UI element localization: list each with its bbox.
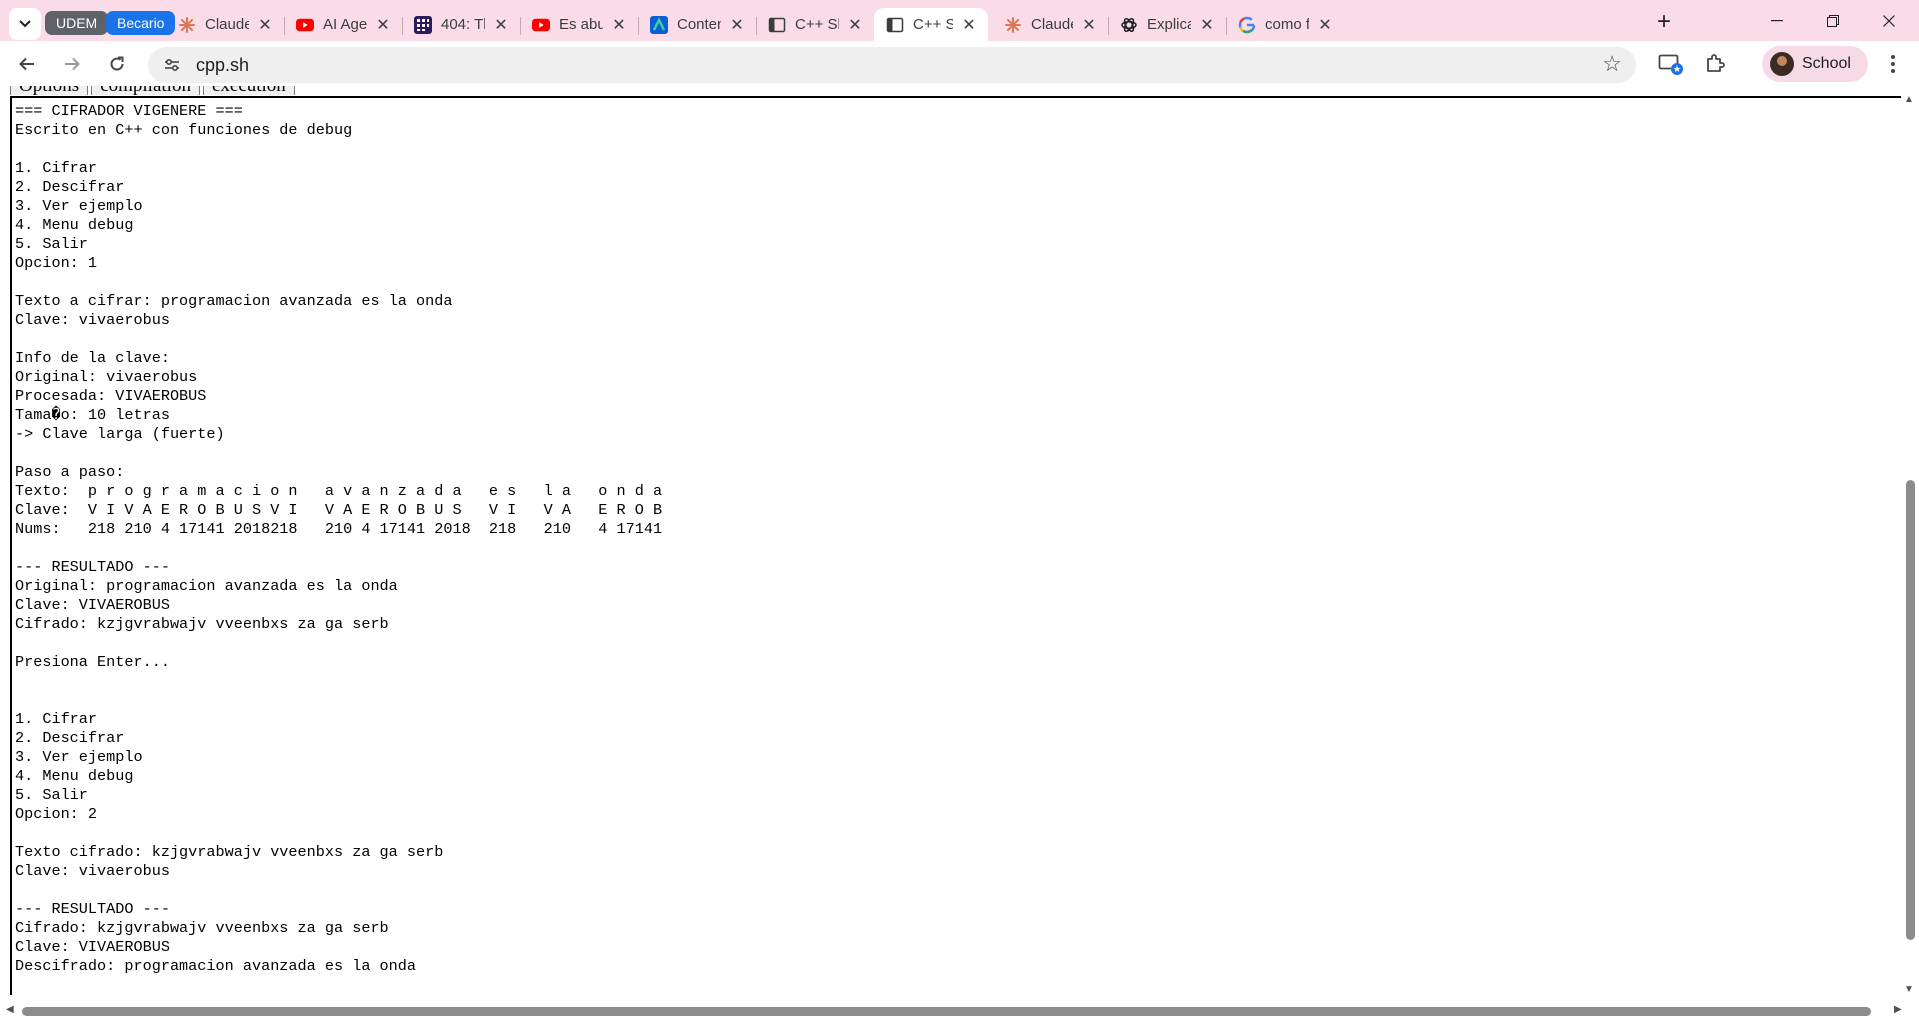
close-icon[interactable]: ✕ [962, 15, 976, 35]
tab-content[interactable]: Content ✕ [638, 8, 757, 41]
horizontal-scroll-thumb[interactable] [22, 1007, 1871, 1016]
forward-arrow-icon [65, 57, 80, 71]
close-icon[interactable]: ✕ [376, 15, 390, 35]
scroll-up-arrow-icon[interactable]: ▲ [1904, 94, 1914, 105]
grid-app-icon [414, 15, 432, 34]
close-icon[interactable]: ✕ [848, 15, 862, 35]
tab-es-aburr[interactable]: Es aburr ✕ [520, 8, 639, 41]
profile-name: School [1802, 55, 1851, 72]
scroll-right-arrow-icon[interactable]: ▶ [1894, 1004, 1902, 1015]
vertical-scrollbar[interactable]: ▲ ▼ [1901, 94, 1919, 995]
kebab-menu-icon [1891, 55, 1895, 73]
tab-como-fu[interactable]: como fu ✕ [1226, 8, 1344, 41]
tab-cpp-shell[interactable]: C++ Sh ✕ [756, 8, 874, 41]
tab-group-udem[interactable]: UDEM [45, 11, 109, 35]
tab-title: 404: This [441, 16, 485, 33]
bookmark-star-icon[interactable]: ☆ [1602, 51, 1622, 77]
minimize-icon [1771, 19, 1783, 21]
reload-button[interactable] [102, 49, 132, 79]
close-window-icon [1883, 14, 1895, 27]
cast-install-button[interactable] [1656, 49, 1686, 79]
tab-title: Claude [1031, 16, 1073, 33]
tab-explicac[interactable]: Explicac ✕ [1108, 8, 1227, 41]
tab-title: AI Agent [323, 16, 367, 33]
page-icon [768, 16, 786, 34]
close-icon[interactable]: ✕ [258, 15, 272, 35]
tab-404[interactable]: 404: This ✕ [402, 8, 521, 41]
forward-button[interactable] [57, 49, 87, 79]
back-arrow-icon [19, 57, 34, 71]
google-icon [1238, 16, 1256, 34]
tab-title: C++ Sh [795, 16, 839, 33]
restore-button[interactable] [1810, 0, 1856, 41]
execution-console[interactable]: === CIFRADOR VIGENERE === Escrito en C++… [10, 96, 1906, 995]
site-settings-icon[interactable] [162, 55, 182, 80]
tab-title: como fu [1265, 16, 1309, 33]
tab-cpp-shell-active[interactable]: C++ Sh ✕ [874, 8, 988, 41]
puzzle-icon [1707, 54, 1725, 72]
address-bar[interactable]: cpp.sh ☆ [148, 47, 1636, 83]
tab-title: Content [677, 16, 721, 33]
url-text[interactable]: cpp.sh [196, 55, 249, 76]
minimize-button[interactable] [1754, 0, 1800, 41]
back-button[interactable] [12, 49, 42, 79]
tab-title: C++ Sh [913, 16, 953, 33]
page-content: Options compilation execution === CIFRAD… [0, 86, 1919, 1019]
youtube-icon [532, 16, 550, 34]
youtube-icon [296, 16, 314, 34]
claude-icon [178, 16, 196, 34]
console-output[interactable]: === CIFRADOR VIGENERE === Escrito en C++… [12, 98, 1906, 976]
close-icon[interactable]: ✕ [730, 15, 744, 35]
tab-options[interactable]: Options [10, 86, 89, 95]
tab-execution[interactable]: execution [202, 86, 295, 95]
tab-claude[interactable]: Claude ✕ [166, 8, 285, 41]
new-tab-button[interactable]: + [1650, 9, 1678, 37]
chevron-down-icon [18, 16, 32, 33]
tab-compilation[interactable]: compilation [91, 86, 200, 95]
scroll-down-arrow-icon[interactable]: ▼ [1904, 984, 1914, 995]
reload-icon [110, 56, 124, 71]
screen-badge-icon [1658, 54, 1683, 75]
chatgpt-icon [1120, 16, 1138, 34]
browser-menu-button[interactable] [1878, 49, 1908, 79]
horizontal-scrollbar[interactable]: ◀ ▶ [0, 1002, 1919, 1019]
tab-title: Es aburr [559, 16, 603, 33]
close-icon[interactable]: ✕ [1082, 15, 1096, 35]
tab-ai-agent[interactable]: AI Agent ✕ [284, 8, 403, 41]
restore-icon [1827, 14, 1839, 27]
tab-title: Claude [205, 16, 249, 33]
page-icon [886, 16, 904, 34]
close-icon[interactable]: ✕ [1318, 15, 1332, 35]
scroll-left-arrow-icon[interactable]: ◀ [6, 1004, 14, 1015]
tab-strip: UDEM Becario Claude ✕ AI Agent ✕ 404: Th… [0, 0, 1919, 41]
content-app-icon [650, 15, 668, 34]
extensions-button[interactable] [1700, 49, 1730, 79]
avatar [1770, 52, 1794, 76]
close-icon[interactable]: ✕ [612, 15, 626, 35]
tab-title: Explicac [1147, 16, 1191, 33]
claude-icon [1004, 16, 1022, 34]
browser-toolbar: cpp.sh ☆ School [0, 41, 1919, 86]
close-window-button[interactable] [1866, 0, 1912, 41]
tab-search-button[interactable] [9, 8, 41, 40]
panel-tabs: Options compilation execution [10, 86, 298, 95]
profile-button[interactable]: School [1762, 46, 1868, 82]
close-icon[interactable]: ✕ [494, 15, 508, 35]
vertical-scroll-thumb[interactable] [1906, 480, 1915, 940]
tab-claude-2[interactable]: Claude ✕ [992, 8, 1109, 41]
close-icon[interactable]: ✕ [1200, 15, 1214, 35]
